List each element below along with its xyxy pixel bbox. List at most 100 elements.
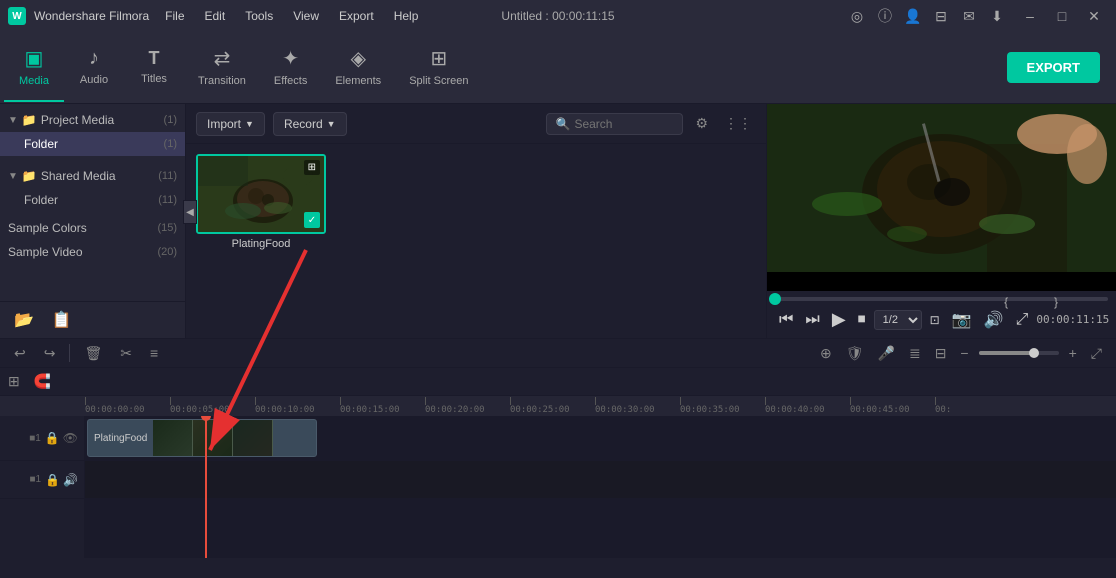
step-back-button[interactable]: ⏮	[775, 309, 797, 331]
mail-icon[interactable]: ✉	[958, 5, 980, 27]
lock-icon[interactable]: 🔒	[45, 431, 60, 445]
elements-label: Elements	[335, 75, 381, 87]
out-point[interactable]: }	[1054, 295, 1058, 309]
left-panel: ▼ 📁 Project Media (1) Folder (1) ▼ 📁 Sha…	[0, 104, 186, 338]
maximize-button[interactable]: □	[1048, 6, 1076, 26]
snap-button[interactable]: ⊕	[816, 343, 836, 364]
shield-button[interactable]: 🛡	[842, 343, 868, 364]
app-logo: W	[8, 7, 26, 25]
tab-effects[interactable]: ✦ Effects	[260, 34, 321, 102]
search-input[interactable]	[574, 117, 674, 131]
account-icon[interactable]: 👤	[902, 5, 924, 27]
folder-icon2: 📁	[22, 169, 37, 183]
menu-file[interactable]: File	[157, 7, 192, 25]
menu-edit[interactable]: Edit	[197, 7, 234, 25]
progress-bar[interactable]: { }	[775, 297, 1108, 301]
project-media-section: ▼ 📁 Project Media (1) Folder (1)	[0, 104, 185, 160]
ruler-mark-2: 00:00:10:00	[255, 397, 340, 415]
community-icon[interactable]: ◎	[846, 5, 868, 27]
minimize-button[interactable]: –	[1016, 6, 1044, 26]
fullscreen-button[interactable]: ⤢	[1012, 309, 1033, 331]
tab-media[interactable]: ▣ Media	[4, 34, 64, 102]
timeline-cursor[interactable]	[205, 416, 207, 558]
frame-back-button[interactable]: ⏭	[801, 309, 823, 331]
timeline-add-track-button[interactable]: ⊞	[4, 371, 24, 392]
fit-button[interactable]: ⊡	[926, 311, 944, 329]
progress-thumb[interactable]	[769, 293, 781, 305]
crop-button[interactable]: ⊟	[931, 343, 951, 364]
volume-icon[interactable]: 🔊	[63, 473, 78, 487]
menu-tools[interactable]: Tools	[237, 7, 281, 25]
separator1	[69, 344, 70, 362]
tab-titles[interactable]: T Titles	[124, 34, 184, 102]
mic-button[interactable]: 🎤	[874, 343, 899, 364]
undo-button[interactable]: ↩	[10, 343, 30, 364]
sidebar-item-shared-folder[interactable]: Folder (11)	[0, 188, 185, 212]
timeline: ⊞ 🧲 00:00:00:00 00:00:05:00 00:00:10:00 …	[0, 368, 1116, 558]
preview-image	[767, 104, 1116, 272]
stop-button[interactable]: ⏹	[854, 309, 870, 331]
play-button[interactable]: ▶	[828, 307, 850, 332]
sidebar-item-sample-colors[interactable]: Sample Colors (15)	[0, 216, 185, 240]
eye-icon[interactable]: 👁	[63, 431, 78, 445]
sidebar-item-folder[interactable]: Folder (1)	[0, 132, 185, 156]
media-grid: ⊞ ✓ PlatingFood	[186, 144, 766, 338]
download-icon[interactable]: ⬇	[986, 5, 1008, 27]
tab-audio[interactable]: ♪ Audio	[64, 34, 124, 102]
timeline-right-controls: ⊕ 🛡 🎤 ≣ ⊟ − + ⤢	[816, 343, 1106, 364]
grid-view-button[interactable]: ⋮⋮	[720, 113, 756, 134]
app-name: Wondershare Filmora	[34, 9, 149, 23]
volume-button[interactable]: 🔊	[980, 308, 1008, 332]
export-button[interactable]: EXPORT	[1007, 52, 1100, 83]
main-toolbar: ▣ Media ♪ Audio T Titles ⇄ Transition ✦ …	[0, 32, 1116, 104]
tab-transition[interactable]: ⇄ Transition	[184, 34, 260, 102]
list-button[interactable]: ≣	[905, 343, 925, 364]
menu-export[interactable]: Export	[331, 7, 382, 25]
sidebar-item-sample-video[interactable]: Sample Video (20)	[0, 240, 185, 264]
new-folder-button[interactable]: 📂	[10, 308, 38, 332]
shared-folder-label: Folder	[24, 193, 58, 207]
ruler-mark-1: 00:00:05:00	[170, 397, 255, 415]
zoom-out-button[interactable]: −	[956, 343, 972, 363]
snapshot-button[interactable]: 📷	[948, 308, 976, 332]
audio-label: Audio	[80, 74, 108, 86]
ruler-mark-0: 00:00:00:00	[85, 397, 170, 415]
tab-splitscreen[interactable]: ⊞ Split Screen	[395, 34, 482, 102]
panel-collapse-button[interactable]: ◀	[183, 200, 197, 224]
video-clip[interactable]: PlatingFood	[87, 419, 317, 457]
menu-bar: File Edit Tools View Export Help	[157, 7, 426, 25]
shared-media-header[interactable]: ▼ 📁 Shared Media (11)	[0, 164, 185, 188]
tab-elements[interactable]: ◈ Elements	[321, 34, 395, 102]
timeline-magnet-button[interactable]: 🧲	[30, 371, 55, 392]
zoom-thumb[interactable]	[1029, 348, 1039, 358]
sample-colors-count: (15)	[157, 222, 177, 234]
settings-button[interactable]: ≡	[146, 343, 162, 363]
project-media-header[interactable]: ▼ 📁 Project Media (1)	[0, 108, 185, 132]
menu-help[interactable]: Help	[386, 7, 427, 25]
media-item-platingfood[interactable]: ⊞ ✓ PlatingFood	[196, 154, 326, 250]
splitscreen-icon: ⊞	[430, 46, 447, 71]
delete-button[interactable]: 🗑	[80, 343, 106, 364]
ruler-mark-9: 00:00:45:00	[850, 397, 935, 415]
expand-button[interactable]: ⤢	[1087, 343, 1106, 364]
info-icon[interactable]: ⓘ	[874, 5, 896, 27]
redo-button[interactable]: ↪	[40, 343, 60, 364]
new-bin-button[interactable]: 📋	[48, 308, 76, 332]
filter-button[interactable]: ⚙	[691, 113, 712, 134]
cut-button[interactable]: ✂	[116, 343, 136, 364]
main-area: ▼ 📁 Project Media (1) Folder (1) ▼ 📁 Sha…	[0, 104, 1116, 338]
effects-icon: ✦	[282, 46, 299, 71]
zoom-slider[interactable]	[979, 351, 1059, 355]
in-point[interactable]: {	[1004, 295, 1008, 309]
layout-icon[interactable]: ⊟	[930, 5, 952, 27]
close-button[interactable]: ✕	[1080, 6, 1108, 26]
menu-view[interactable]: View	[285, 7, 327, 25]
record-button[interactable]: Record ▼	[273, 112, 347, 136]
quality-select[interactable]: 1/2 1/4 Full	[874, 310, 922, 330]
import-button[interactable]: Import ▼	[196, 112, 265, 136]
media-label: Media	[19, 75, 49, 87]
track-icons-2: 🔒 🔊	[45, 473, 78, 487]
zoom-in-button[interactable]: +	[1065, 343, 1081, 363]
lock-icon-2[interactable]: 🔒	[45, 473, 60, 487]
media-item-name: PlatingFood	[196, 238, 326, 250]
